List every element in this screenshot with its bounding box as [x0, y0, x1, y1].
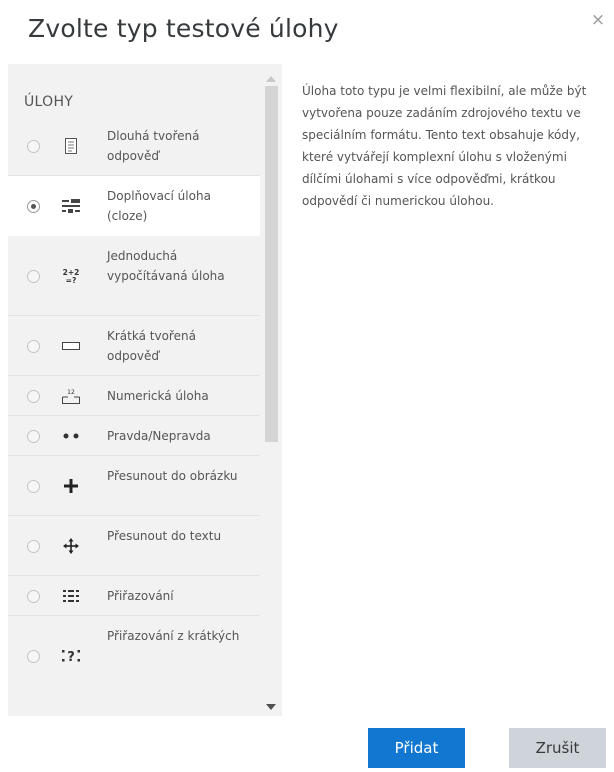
svg-text:?: ?: [67, 650, 75, 664]
true-false-icon: [60, 425, 82, 447]
drag-text-icon: [60, 535, 82, 557]
option-label: Krátká tvořená odpověď: [107, 329, 196, 363]
question-type-option[interactable]: 2+2 =? Jednoduchá vypočítávaná úloha: [8, 236, 260, 316]
radio-button[interactable]: [27, 340, 40, 353]
svg-text:=?: =?: [66, 276, 77, 284]
matching-icon: [60, 585, 82, 607]
cloze-icon: [60, 195, 82, 217]
radio-button[interactable]: [27, 140, 40, 153]
option-label: Přiřazování: [107, 589, 174, 603]
option-label: Doplňovací úloha (cloze): [107, 189, 211, 223]
option-label: Pravda/Nepravda: [107, 429, 211, 443]
list-heading: ÚLOHY: [24, 94, 74, 110]
question-type-option[interactable]: Krátká tvořená odpověď: [8, 316, 260, 376]
short-answer-icon: [60, 335, 82, 357]
question-type-option[interactable]: Přesunout do obrázku: [8, 456, 260, 516]
drag-image-icon: [60, 475, 82, 497]
modal-header: Zvolte typ testové úlohy ×: [0, 0, 614, 64]
radio-button[interactable]: [27, 480, 40, 493]
scrollbar-thumb[interactable]: [265, 86, 278, 442]
close-button[interactable]: ×: [588, 8, 608, 32]
essay-icon: [60, 135, 82, 157]
modal-footer: Přidat Zrušit: [0, 716, 614, 772]
scroll-up-arrow-icon[interactable]: [266, 76, 276, 82]
radio-button[interactable]: [27, 430, 40, 443]
question-type-option[interactable]: Doplňovací úloha (cloze): [8, 176, 260, 236]
modal-body: ÚLOHY Dlouhá tvořená odpověď Doplňovací …: [0, 64, 614, 716]
question-type-option[interactable]: Přesunout do textu: [8, 516, 260, 576]
question-type-option[interactable]: Pravda/Nepravda: [8, 416, 260, 456]
option-label: Přiřazování z krátkých: [107, 629, 240, 643]
option-label: Přesunout do textu: [107, 529, 222, 543]
option-label: Přesunout do obrázku: [107, 469, 238, 483]
close-icon: ×: [590, 10, 606, 30]
question-type-description: Úloha toto typu je velmi flexibilní, ale…: [302, 84, 587, 208]
random-short-matching-icon: ?: [60, 645, 82, 667]
radio-button-selected[interactable]: [27, 200, 40, 213]
radio-button[interactable]: [27, 390, 40, 403]
radio-button[interactable]: [27, 540, 40, 553]
svg-text:12: 12: [67, 389, 75, 396]
option-label: Dlouhá tvořená odpověď: [107, 129, 200, 163]
option-label: Jednoduchá vypočítávaná úloha: [107, 249, 225, 283]
add-button[interactable]: Přidat: [368, 728, 465, 768]
modal-title: Zvolte typ testové úlohy: [28, 14, 339, 43]
radio-button[interactable]: [27, 590, 40, 603]
numerical-icon: 12: [60, 385, 82, 407]
question-type-option[interactable]: ? Přiřazování z krátkých: [8, 616, 260, 716]
calculated-icon: 2+2 =?: [60, 265, 82, 287]
question-type-option[interactable]: Přiřazování: [8, 576, 260, 616]
list-scrollbar[interactable]: [260, 64, 282, 716]
option-label: Numerická úloha: [107, 389, 209, 403]
question-type-option[interactable]: 12 Numerická úloha: [8, 376, 260, 416]
radio-button[interactable]: [27, 650, 40, 663]
question-type-option[interactable]: Dlouhá tvořená odpověď: [8, 116, 260, 176]
question-type-list: ÚLOHY Dlouhá tvořená odpověď Doplňovací …: [8, 64, 282, 716]
cancel-button[interactable]: Zrušit: [509, 728, 606, 768]
radio-button[interactable]: [27, 270, 40, 283]
scroll-down-arrow-icon[interactable]: [266, 704, 276, 710]
